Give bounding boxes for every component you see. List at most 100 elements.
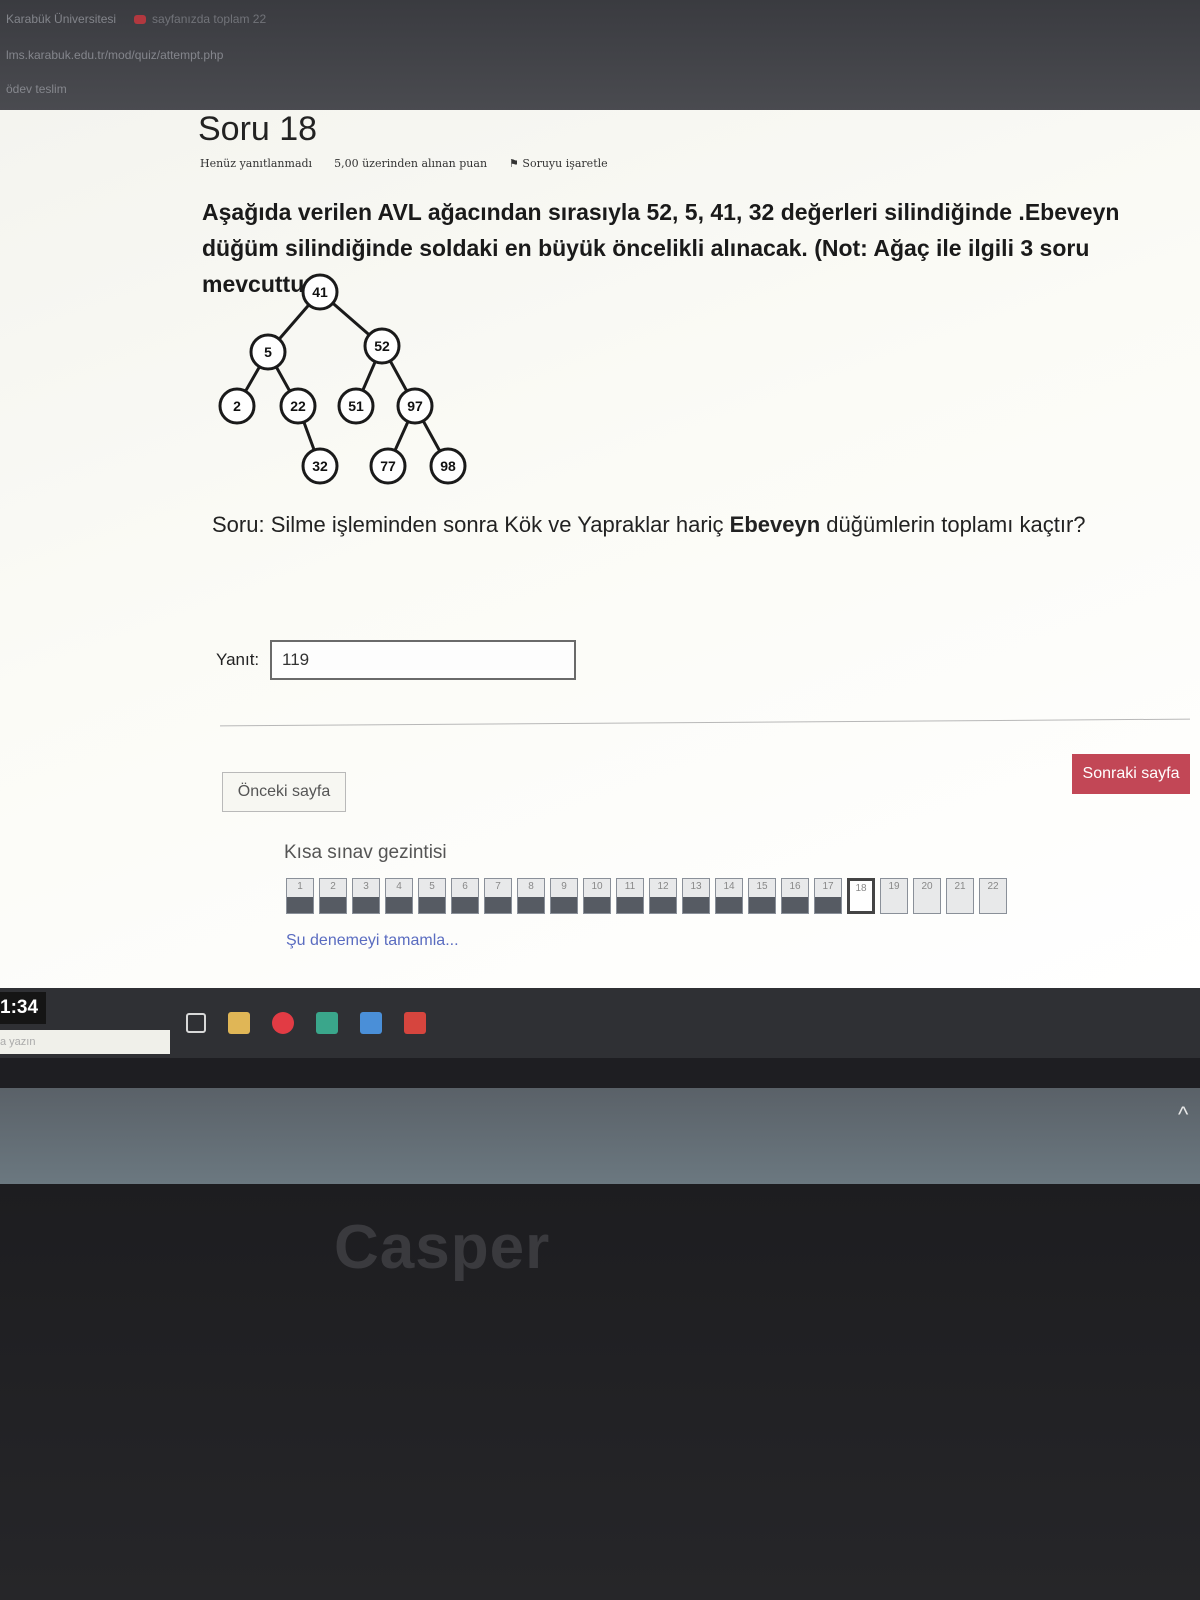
taskbar-search[interactable]: a yazın [0, 1030, 170, 1054]
quiz-nav-item-6[interactable]: 6 [451, 878, 479, 914]
finish-attempt-link[interactable]: Şu denemeyi tamamla... [286, 932, 459, 950]
answer-label: Yanıt: [216, 650, 260, 669]
tree-node-label: 97 [407, 398, 423, 414]
quiz-nav-number: 9 [561, 881, 567, 892]
quiz-nav-item-1[interactable]: 1 [286, 878, 314, 914]
tree-node-32: 32 [301, 447, 339, 485]
quiz-nav-number: 17 [822, 881, 834, 892]
quiz-nav-number: 10 [591, 881, 603, 892]
folder-icon[interactable] [228, 1012, 250, 1034]
flag-question-link[interactable]: ⚑ Soruyu işaretle [509, 157, 608, 170]
quiz-navigation-title: Kısa sınav gezintisi [284, 842, 447, 863]
chat-icon[interactable] [360, 1012, 382, 1034]
address-bar[interactable]: lms.karabuk.edu.tr/mod/quiz/attempt.php [6, 44, 223, 66]
quiz-nav-number: 19 [888, 881, 900, 892]
clock: 1:34 [0, 992, 46, 1024]
quiz-nav-item-11[interactable]: 11 [616, 878, 644, 914]
quiz-nav-item-7[interactable]: 7 [484, 878, 512, 914]
youtube-icon [134, 15, 147, 25]
tree-node-label: 2 [233, 398, 241, 414]
quiz-nav-item-21[interactable]: 21 [946, 878, 974, 914]
question-info: Henüz yanıtlanmadı 5,00 üzerinden alınan… [200, 157, 608, 170]
tree-node-label: 51 [348, 398, 364, 414]
quiz-nav-item-9[interactable]: 9 [550, 878, 578, 914]
quiz-nav-number: 1 [297, 881, 303, 892]
question-status: Henüz yanıtlanmadı [200, 157, 313, 170]
next-page-button[interactable]: Sonraki sayfa [1072, 754, 1190, 794]
tree-node-label: 52 [374, 338, 390, 354]
quiz-nav-item-17[interactable]: 17 [814, 878, 842, 914]
quiz-nav-item-20[interactable]: 20 [913, 878, 941, 914]
divider [220, 718, 1190, 727]
tree-node-5: 5 [249, 333, 287, 371]
quiz-nav-item-16[interactable]: 16 [781, 878, 809, 914]
task-view-icon[interactable] [186, 1013, 206, 1033]
browser-tab[interactable]: Karabük Üniversitesi [6, 12, 116, 26]
tree-node-label: 98 [440, 458, 456, 474]
previous-page-button[interactable]: Önceki sayfa [222, 772, 346, 812]
tree-node-label: 77 [380, 458, 396, 474]
screen-bottom-strip [0, 1088, 1200, 1184]
quiz-nav-number: 22 [987, 881, 999, 892]
quiz-nav-number: 5 [429, 881, 435, 892]
laptop-bezel [0, 1184, 1200, 1600]
quiz-nav-number: 15 [756, 881, 768, 892]
quiz-nav-number: 12 [657, 881, 669, 892]
red-app-icon[interactable] [404, 1012, 426, 1034]
quiz-nav-item-18[interactable]: 18 [847, 878, 875, 914]
quiz-nav-number: 13 [690, 881, 702, 892]
chevron-up-icon: ^ [1178, 1102, 1189, 1127]
quiz-nav-number: 20 [921, 881, 933, 892]
quiz-nav-item-10[interactable]: 10 [583, 878, 611, 914]
flag-icon: ⚑ [509, 157, 523, 170]
quiz-nav-item-3[interactable]: 3 [352, 878, 380, 914]
quiz-nav-item-22[interactable]: 22 [979, 878, 1007, 914]
tree-node-label: 41 [312, 284, 328, 300]
quiz-nav-number: 4 [396, 881, 402, 892]
app-icon[interactable] [316, 1012, 338, 1034]
tree-node-label: 22 [290, 398, 306, 414]
sub-question: Soru: Silme işleminden sonra Kök ve Yapr… [212, 512, 1086, 537]
quiz-nav-item-12[interactable]: 12 [649, 878, 677, 914]
tree-node-77: 77 [369, 447, 407, 485]
quiz-nav-number: 8 [528, 881, 534, 892]
quiz-nav-item-19[interactable]: 19 [880, 878, 908, 914]
quiz-nav-number: 14 [723, 881, 735, 892]
quiz-nav-item-15[interactable]: 15 [748, 878, 776, 914]
tree-node-97: 97 [396, 387, 434, 425]
tree-node-label: 5 [264, 344, 272, 360]
opera-browser-icon[interactable] [272, 1012, 294, 1034]
bookmarks-bar: ödev teslim [6, 78, 67, 100]
quiz-nav-number: 6 [462, 881, 468, 892]
laptop-brand-logo: Casper [334, 1213, 551, 1282]
quiz-nav-number: 16 [789, 881, 801, 892]
quiz-page: Soru 18 Henüz yanıtlanmadı 5,00 üzerinde… [0, 110, 1200, 990]
tree-node-51: 51 [337, 387, 375, 425]
answer-input[interactable] [270, 640, 576, 680]
tree-node-22: 22 [279, 387, 317, 425]
quiz-nav-item-5[interactable]: 5 [418, 878, 446, 914]
tree-node-41: 41 [301, 273, 339, 311]
quiz-nav-number: 2 [330, 881, 336, 892]
question-title: Soru 18 [198, 110, 318, 148]
question-points: 5,00 üzerinden alınan puan [334, 157, 488, 170]
quiz-nav-number: 3 [363, 881, 369, 892]
quiz-nav-number: 11 [624, 881, 636, 892]
quiz-nav-item-8[interactable]: 8 [517, 878, 545, 914]
quiz-nav-item-14[interactable]: 14 [715, 878, 743, 914]
tree-node-label: 32 [312, 458, 328, 474]
quiz-nav-item-4[interactable]: 4 [385, 878, 413, 914]
tree-node-2: 2 [218, 387, 256, 425]
quiz-nav-item-13[interactable]: 13 [682, 878, 710, 914]
quiz-nav-number: 18 [855, 883, 867, 894]
bookmark-item[interactable]: ödev teslim [6, 82, 67, 96]
quiz-nav-item-2[interactable]: 2 [319, 878, 347, 914]
taskbar [0, 988, 1200, 1058]
avl-tree-diagram: 415 522 22 51 9732 77 98 [218, 273, 467, 485]
tab-bar: Karabük Üniversitesi sayfanızda toplam 2… [6, 8, 266, 30]
browser-chrome: Karabük Üniversitesi sayfanızda toplam 2… [0, 0, 1200, 112]
browser-tab-youtube[interactable]: sayfanızda toplam 22 [134, 12, 266, 26]
tree-node-98: 98 [429, 447, 467, 485]
quiz-navigation: 1 2 3 4 5 6 7 8 9 10 11 12 13 14 15 16 17 18 19 20 21 22 [286, 878, 1007, 914]
quiz-nav-number: 7 [495, 881, 501, 892]
